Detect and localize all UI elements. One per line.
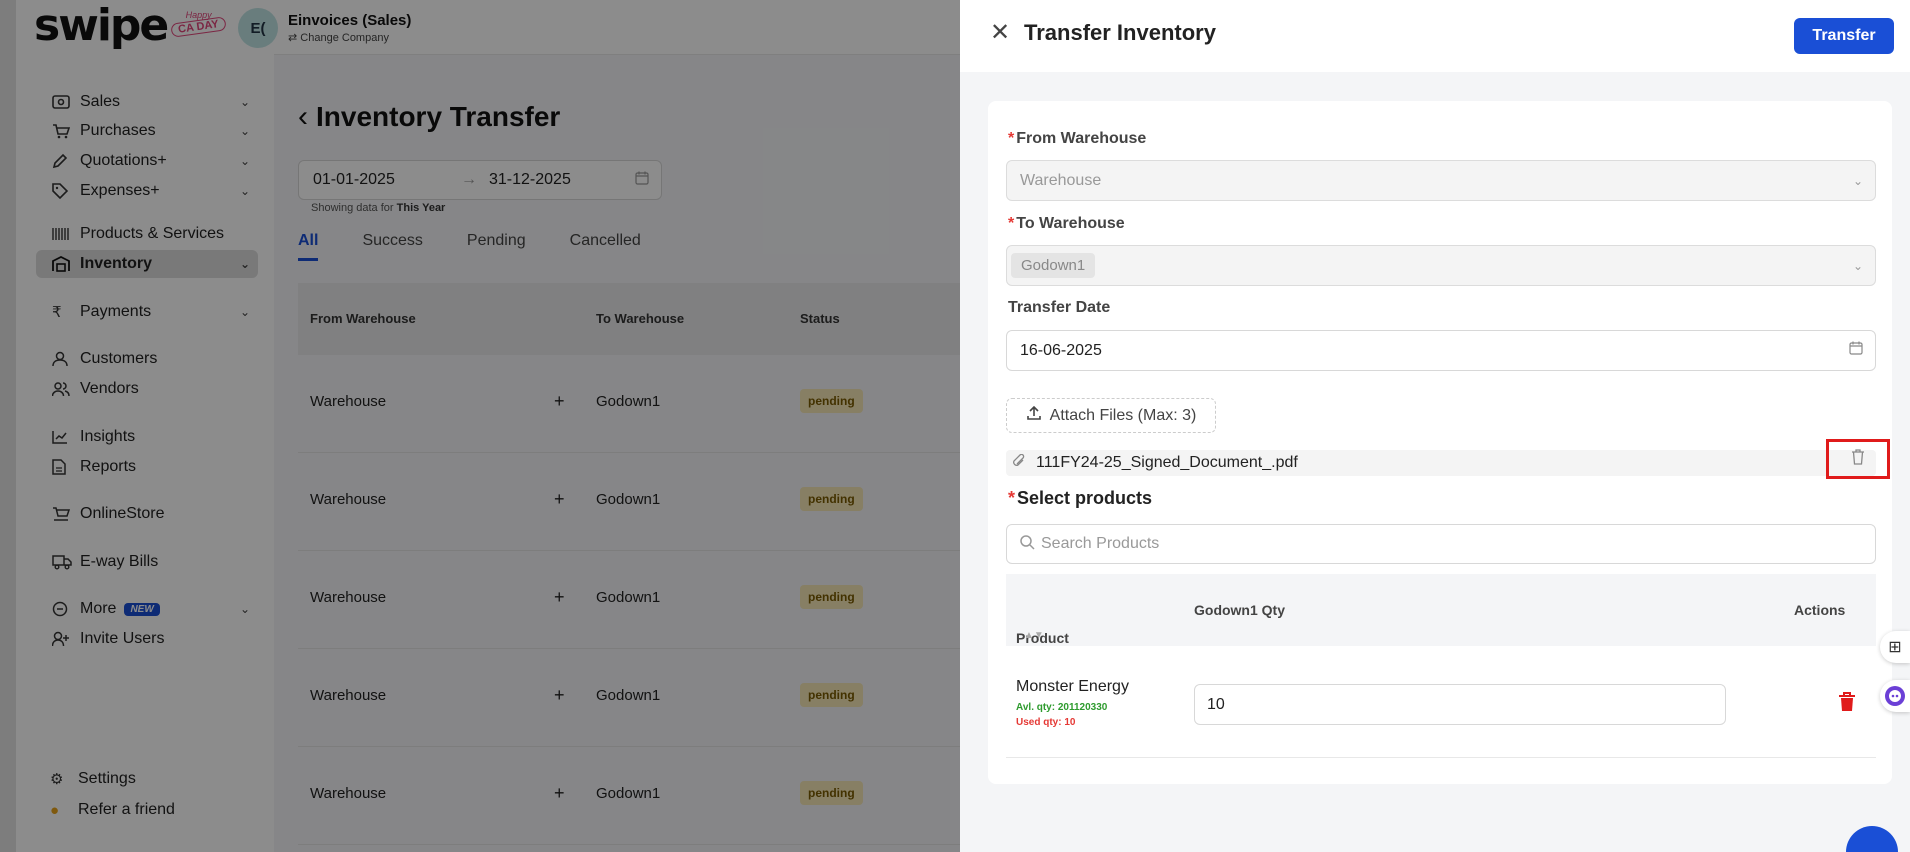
paperclip-icon (1012, 453, 1026, 473)
delete-file-button[interactable] (1826, 439, 1890, 479)
search-icon (1019, 534, 1035, 555)
from-warehouse-placeholder: Warehouse (1020, 171, 1102, 189)
from-label-text: From Warehouse (1016, 130, 1147, 147)
transfer-date-input[interactable]: 16-06-2025 (1006, 330, 1876, 371)
transfer-date-label: Transfer Date (1008, 299, 1111, 316)
column-actions: Actions (1794, 602, 1846, 618)
available-qty: Avl. qty: 201120330 (1016, 702, 1108, 713)
to-label-text: To Warehouse (1016, 215, 1125, 232)
required-marker: * (1008, 130, 1015, 147)
products-label-text: Select products (1017, 488, 1153, 508)
quantity-input[interactable]: 10 (1194, 684, 1726, 725)
attached-file-name[interactable]: 111FY24-25_Signed_Document_.pdf (1036, 454, 1298, 472)
required-marker: * (1008, 488, 1016, 508)
from-warehouse-select[interactable]: Warehouse ⌄ (1006, 160, 1876, 201)
used-qty: Used qty: 10 (1016, 717, 1076, 728)
to-warehouse-select[interactable]: Godown1 ⌄ (1006, 245, 1876, 286)
transfer-inventory-drawer: ✕ Transfer Inventory Transfer * From Ware… (960, 0, 1910, 852)
product-search-input[interactable]: Search Products (1006, 524, 1876, 564)
from-warehouse-label: * From Warehouse (1008, 130, 1146, 148)
sort-icon[interactable]: ▲▼ (1024, 630, 1044, 641)
upload-icon (1026, 405, 1042, 426)
to-warehouse-label: * To Warehouse (1008, 215, 1125, 233)
chevron-down-icon: ⌄ (1852, 258, 1863, 273)
products-table-header: Product ▲▼ Godown1 Qty Actions (1006, 574, 1876, 646)
column-godown-qty: Godown1 Qty (1194, 602, 1285, 618)
product-row: Monster Energy Avl. qty: 201120330 Used … (1006, 646, 1876, 758)
trash-icon (1851, 448, 1865, 470)
attached-file[interactable]: 111FY24-25_Signed_Document_.pdf (1006, 450, 1876, 476)
search-placeholder: Search Products (1041, 535, 1160, 552)
close-icon[interactable]: ✕ (990, 18, 1010, 47)
attach-files-button[interactable]: Attach Files (Max: 3) (1006, 398, 1216, 433)
drawer-title: Transfer Inventory (1024, 20, 1216, 45)
delete-product-icon[interactable] (1838, 692, 1856, 714)
select-products-label: * Select products (1008, 488, 1152, 509)
required-marker: * (1008, 215, 1015, 232)
transfer-date-value: 16-06-2025 (1020, 341, 1102, 359)
quantity-value: 10 (1207, 695, 1225, 713)
assistant-bot-icon[interactable] (1880, 680, 1910, 712)
calendar-icon (1849, 341, 1863, 360)
attach-files-label: Attach Files (Max: 3) (1049, 406, 1197, 424)
product-name: Monster Energy (1016, 678, 1129, 695)
selected-warehouse-tag: Godown1 (1011, 253, 1096, 278)
transfer-button[interactable]: Transfer (1794, 18, 1894, 54)
modal-backdrop[interactable] (0, 0, 960, 852)
drawer-header: ✕ Transfer Inventory Transfer (960, 0, 1910, 72)
apps-grid-icon[interactable]: ⊞ (1880, 631, 1910, 663)
chevron-down-icon: ⌄ (1852, 173, 1863, 188)
